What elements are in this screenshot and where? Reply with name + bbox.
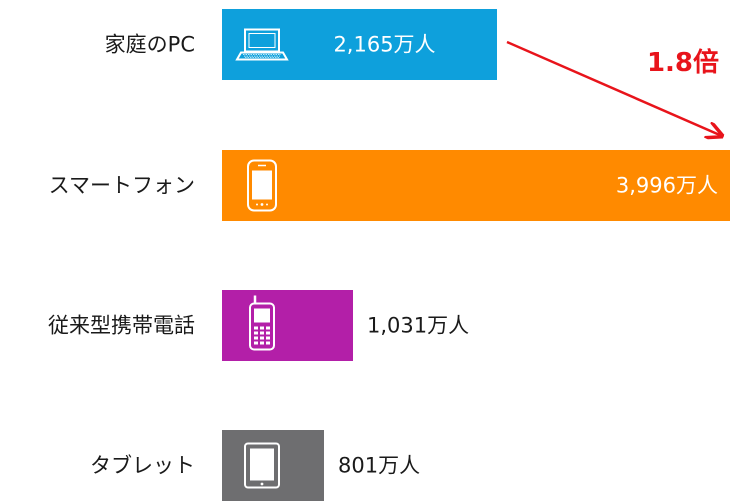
category-label: 家庭のPC bbox=[105, 33, 195, 57]
category-label: 従来型携帯電話 bbox=[48, 314, 195, 338]
value-label: 1,031万人 bbox=[367, 314, 469, 338]
bar bbox=[222, 290, 353, 361]
value-label: 2,165万人 bbox=[333, 33, 435, 57]
bars-layer: 家庭のPC 2,165万人スマートフォン 3,996万人従来型携帯電話 1,031万人… bbox=[48, 9, 730, 501]
value-label: 3,996万人 bbox=[616, 174, 718, 198]
bar-row: 家庭のPC 2,165万人 bbox=[105, 9, 497, 80]
bar-row: 従来型携帯電話 1,031万人 bbox=[48, 290, 469, 361]
chart: 家庭のPC 2,165万人スマートフォン 3,996万人従来型携帯電話 1,031万人… bbox=[48, 9, 730, 501]
annotation-label: 1.8倍 bbox=[647, 47, 719, 78]
bar-row: スマートフォン 3,996万人 bbox=[49, 150, 730, 221]
annotation-layer: 1.8倍 bbox=[506, 40, 722, 136]
category-label: タブレット bbox=[90, 454, 195, 478]
category-label: スマートフォン bbox=[49, 174, 195, 198]
bar-row: タブレット 801万人 bbox=[90, 430, 420, 501]
value-label: 801万人 bbox=[338, 454, 420, 478]
